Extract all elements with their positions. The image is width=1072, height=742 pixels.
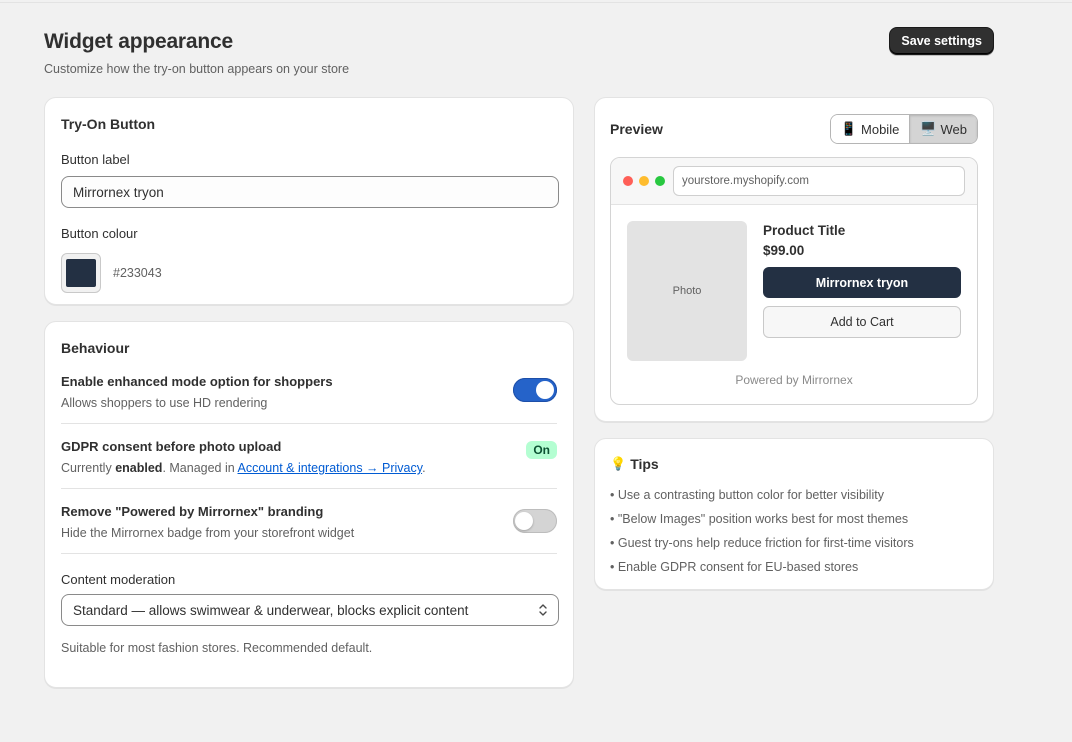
close-dot-icon bbox=[623, 176, 633, 186]
address-bar: yourstore.myshopify.com bbox=[673, 166, 965, 196]
colour-swatch-fill bbox=[66, 259, 96, 287]
product-photo-placeholder: Photo bbox=[627, 221, 747, 361]
preview-header: Preview 📱 Mobile 🖥️ Web bbox=[610, 114, 978, 144]
product-title: Product Title bbox=[763, 223, 846, 238]
tip-item: • Guest try-ons help reduce friction for… bbox=[610, 536, 914, 550]
add-to-cart-button[interactable]: Add to Cart bbox=[763, 306, 961, 338]
colour-swatch[interactable] bbox=[61, 253, 101, 293]
toggle-knob bbox=[515, 512, 533, 530]
powered-by-badge: Powered by Mirrornex bbox=[735, 373, 853, 387]
top-divider bbox=[0, 2, 1072, 3]
branding-row: Remove "Powered by Mirrornex" branding H… bbox=[61, 489, 557, 554]
product-preview: Photo Product Title $99.00 Mirrornex try… bbox=[611, 205, 977, 367]
maximize-dot-icon bbox=[655, 176, 665, 186]
lightbulb-icon: 💡 bbox=[610, 456, 627, 471]
gdpr-desc-prefix: Currently bbox=[61, 461, 116, 475]
button-label-input[interactable] bbox=[61, 176, 559, 208]
tip-item: • Use a contrasting button color for bet… bbox=[610, 488, 884, 502]
privacy-settings-link[interactable]: Account & integrations → Privacy bbox=[238, 461, 423, 475]
content-moderation-field: Content moderation Standard — allows swi… bbox=[61, 572, 559, 655]
content-moderation-help: Suitable for most fashion stores. Recomm… bbox=[61, 641, 373, 655]
tip-item: • Enable GDPR consent for EU-based store… bbox=[610, 560, 859, 574]
gdpr-consent-description: Currently enabled. Managed in Account & … bbox=[61, 461, 557, 475]
tips-list: • Use a contrasting button color for bet… bbox=[610, 483, 978, 579]
tips-card: 💡 Tips • Use a contrasting button color … bbox=[594, 438, 994, 590]
gdpr-desc-status: enabled bbox=[115, 461, 163, 475]
button-label-field: Button label bbox=[61, 151, 559, 208]
browser-toolbar: yourstore.myshopify.com bbox=[611, 158, 977, 205]
tips-header: 💡 Tips bbox=[610, 456, 978, 472]
button-colour-label: Button colour bbox=[61, 226, 138, 241]
web-label: Web bbox=[940, 121, 968, 137]
toggle-knob bbox=[536, 380, 554, 399]
gdpr-consent-row: GDPR consent before photo upload Current… bbox=[61, 424, 557, 489]
enhanced-mode-title: Enable enhanced mode option for shoppers bbox=[61, 374, 333, 389]
card-title: Try-On Button bbox=[61, 116, 156, 132]
page-subtitle: Customize how the try-on button appears … bbox=[44, 62, 350, 76]
content-moderation-value: Standard — allows swimwear & underwear, … bbox=[73, 602, 469, 618]
minimize-dot-icon bbox=[639, 176, 649, 186]
web-view-button[interactable]: 🖥️ Web bbox=[909, 115, 977, 143]
save-settings-button[interactable]: Save settings bbox=[889, 27, 994, 55]
branding-title: Remove "Powered by Mirrornex" branding bbox=[61, 504, 324, 519]
device-segmented-control: 📱 Mobile 🖥️ Web bbox=[829, 114, 978, 144]
desktop-icon: 🖥️ bbox=[920, 121, 937, 136]
browser-mockup: yourstore.myshopify.com Photo Product Ti… bbox=[610, 157, 978, 405]
gdpr-status-badge: On bbox=[526, 441, 557, 459]
enhanced-mode-toggle[interactable] bbox=[513, 377, 557, 402]
product-price: $99.00 bbox=[763, 243, 805, 258]
colour-hex-value: #233043 bbox=[113, 266, 162, 280]
card-title: Preview bbox=[610, 121, 663, 137]
select-chevron-icon bbox=[539, 604, 547, 616]
enhanced-mode-description: Allows shoppers to use HD rendering bbox=[61, 396, 268, 410]
mobile-view-button[interactable]: 📱 Mobile bbox=[830, 115, 910, 143]
enhanced-mode-row: Enable enhanced mode option for shoppers… bbox=[61, 356, 557, 424]
page-header: Widget appearance Customize how the try-… bbox=[44, 27, 994, 76]
preview-card: Preview 📱 Mobile 🖥️ Web yourstore.myshop… bbox=[594, 97, 994, 422]
branding-description: Hide the Mirrornex badge from your store… bbox=[61, 526, 355, 540]
gdpr-desc-middle: . Managed in bbox=[162, 461, 238, 475]
gdpr-desc-suffix: . bbox=[422, 461, 426, 475]
product-info: Product Title $99.00 Mirrornex tryon Add… bbox=[763, 223, 961, 338]
content-moderation-label: Content moderation bbox=[61, 572, 176, 587]
card-title: Behaviour bbox=[61, 340, 130, 356]
remove-branding-toggle[interactable] bbox=[513, 509, 557, 533]
behaviour-card: Behaviour Enable enhanced mode option fo… bbox=[44, 321, 574, 688]
tip-item: • "Below Images" position works best for… bbox=[610, 512, 909, 526]
content-moderation-select[interactable]: Standard — allows swimwear & underwear, … bbox=[61, 594, 559, 626]
mobile-icon: 📱 bbox=[840, 121, 858, 136]
page-title: Widget appearance bbox=[44, 30, 233, 53]
gdpr-consent-title: GDPR consent before photo upload bbox=[61, 439, 282, 454]
button-colour-field: Button colour #233043 bbox=[61, 225, 557, 293]
button-label-label: Button label bbox=[61, 152, 130, 167]
card-title: Tips bbox=[630, 456, 659, 472]
mobile-label: Mobile bbox=[861, 121, 900, 137]
try-on-button-card: Try-On Button Button label Button colour… bbox=[44, 97, 574, 305]
try-on-preview-button[interactable]: Mirrornex tryon bbox=[763, 267, 961, 298]
colour-row: #233043 bbox=[61, 253, 557, 293]
